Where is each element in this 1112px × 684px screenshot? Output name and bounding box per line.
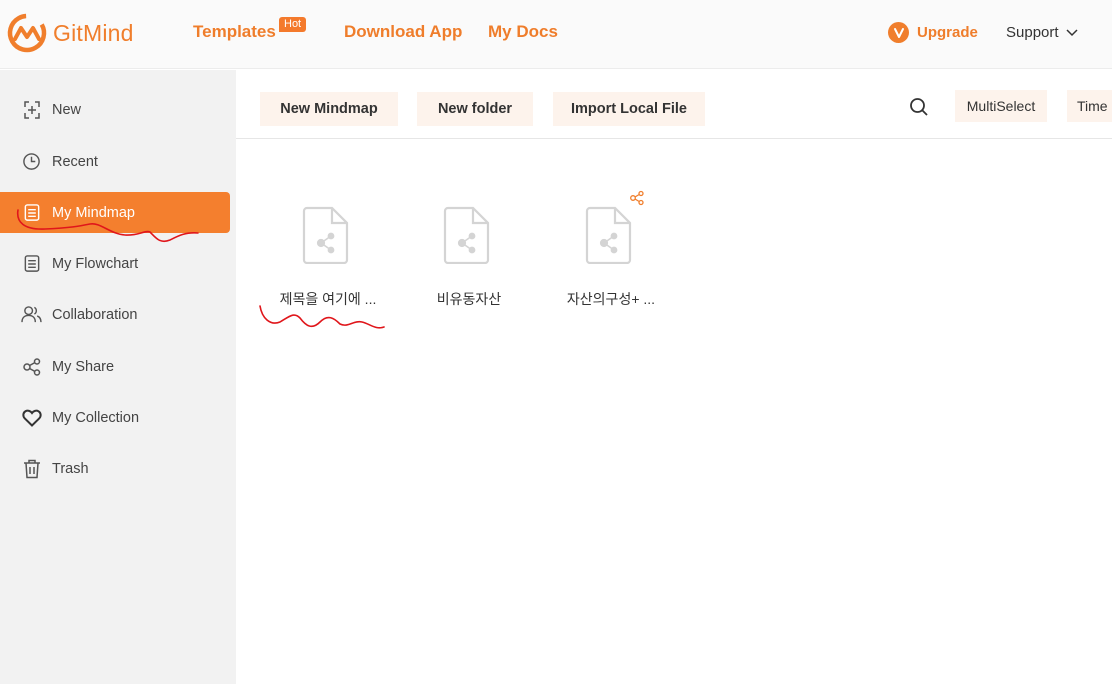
multiselect-button[interactable]: MultiSelect: [955, 90, 1047, 122]
trash-icon: [21, 458, 42, 479]
new-mindmap-button[interactable]: New Mindmap: [260, 92, 398, 126]
vip-icon: [888, 22, 909, 43]
sidebar-item-my-mindmap[interactable]: My Mindmap: [0, 192, 230, 233]
clock-icon: [21, 151, 42, 172]
file-name: 자산의구성+ ...: [566, 291, 656, 307]
file-card[interactable]: 비유동자산: [399, 190, 539, 320]
hot-badge: Hot: [279, 17, 307, 32]
sidebar-item-collaboration[interactable]: Collaboration: [0, 294, 230, 335]
search-icon[interactable]: [909, 97, 931, 119]
nav-templates[interactable]: Templates: [193, 22, 276, 42]
sidebar-item-label: My Collection: [52, 409, 140, 426]
top-bar: GitMind Templates Hot Download App My Do…: [0, 0, 1112, 69]
file-card[interactable]: 자산의구성+ ...: [541, 190, 681, 320]
sidebar-item-new[interactable]: New: [0, 89, 230, 130]
new-folder-button[interactable]: New folder: [417, 92, 533, 126]
sidebar-item-label: My Flowchart: [52, 255, 139, 272]
nav-my-docs[interactable]: My Docs: [488, 22, 558, 42]
sidebar-item-label: My Mindmap: [52, 204, 135, 221]
sidebar-item-label: Recent: [52, 153, 98, 170]
sidebar-item-my-collection[interactable]: My Collection: [0, 397, 230, 438]
sort-time-button[interactable]: Time: [1067, 90, 1112, 122]
file-name: 제목을 여기에 ...: [279, 291, 377, 307]
sidebar-item-my-share[interactable]: My Share: [0, 346, 230, 387]
import-local-file-button[interactable]: Import Local File: [553, 92, 705, 126]
sidebar-item-label: Trash: [52, 460, 89, 477]
upgrade-button[interactable]: Upgrade: [888, 22, 978, 43]
sidebar-item-label: New: [52, 101, 82, 118]
chevron-down-icon: [1066, 28, 1078, 36]
file-card[interactable]: 제목을 여기에 ...: [258, 190, 398, 320]
support-label: Support: [1006, 24, 1059, 41]
gitmind-logo-icon: [7, 13, 47, 53]
mindmap-file-icon: [301, 206, 351, 269]
heart-icon: [21, 407, 42, 428]
toolbar: New Mindmap New folder Import Local File…: [236, 70, 1112, 139]
mindmap-file-icon: [584, 206, 634, 269]
sidebar-item-trash[interactable]: Trash: [0, 448, 230, 489]
sidebar-item-label: Collaboration: [52, 306, 138, 323]
new-icon: [21, 99, 42, 120]
support-menu[interactable]: Support: [1006, 24, 1078, 41]
document-icon: [21, 253, 42, 274]
app-name: GitMind: [53, 19, 134, 46]
sidebar-item-label: My Share: [52, 358, 115, 375]
nav-download-app[interactable]: Download App: [344, 22, 462, 42]
users-icon: [21, 304, 42, 325]
upgrade-label: Upgrade: [917, 24, 978, 41]
sidebar-item-my-flowchart[interactable]: My Flowchart: [0, 243, 230, 284]
document-icon: [21, 202, 42, 223]
sidebar: New Recent My Mindmap My Flowchart Colla…: [0, 70, 236, 684]
file-name: 비유동자산: [436, 291, 502, 307]
gitmind-logo[interactable]: GitMind: [6, 12, 134, 54]
share-icon: [21, 356, 42, 377]
sidebar-item-recent[interactable]: Recent: [0, 141, 230, 182]
mindmap-file-icon: [442, 206, 492, 269]
